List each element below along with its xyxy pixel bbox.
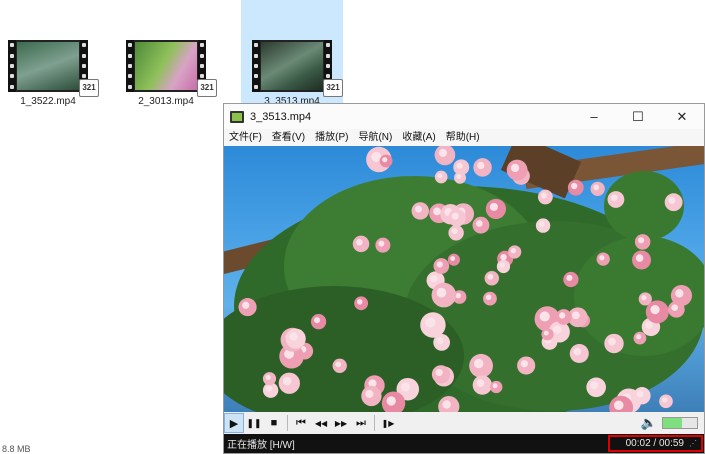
media-player-window[interactable]: 3_3513.mp4 – ☐ ✕ 文件(F) 查看(V) 播放(P) 导航(N)…: [223, 103, 705, 454]
file-name: 2_3013.mp4: [138, 96, 194, 107]
pause-button[interactable]: ❚❚: [244, 413, 264, 433]
time-display-highlight: 00:02 / 00:59 ⋰: [607, 435, 703, 452]
play-button[interactable]: ▶: [224, 413, 244, 433]
title-bar[interactable]: 3_3513.mp4 – ☐ ✕: [224, 104, 704, 129]
speaker-icon[interactable]: 🔈: [640, 413, 658, 433]
video-thumbnail: [252, 40, 332, 92]
file-item-3[interactable]: 321 3_3513.mp4: [241, 0, 343, 112]
video-thumbnail: [126, 40, 206, 92]
playback-status: 正在播放 [H/W]: [227, 440, 295, 451]
menu-navigate[interactable]: 导航(N): [353, 129, 397, 146]
file-item-2[interactable]: 321 2_3013.mp4: [118, 0, 217, 112]
file-name: 1_3522.mp4: [20, 96, 76, 107]
rewind-button[interactable]: ◀◀: [311, 413, 331, 433]
video-thumbnail: [8, 40, 88, 92]
separator: [287, 415, 288, 431]
menu-file[interactable]: 文件(F): [224, 129, 267, 146]
file-item-1[interactable]: 321 1_3522.mp4: [0, 0, 99, 112]
status-bar: 正在播放 [H/W] 00:02 / 00:59 ⋰: [224, 434, 704, 453]
selection-size: 8.8 MB: [2, 444, 31, 454]
fast-forward-button[interactable]: ▶▶: [331, 413, 351, 433]
separator: [374, 415, 375, 431]
player-app-icon: [230, 110, 244, 123]
minimize-button[interactable]: –: [572, 104, 616, 129]
media-player-badge-icon: 321: [323, 79, 343, 97]
time-display: 00:02 / 00:59: [625, 438, 684, 449]
menu-bar: 文件(F) 查看(V) 播放(P) 导航(N) 收藏(A) 帮助(H): [224, 129, 704, 146]
stop-button[interactable]: ■: [264, 413, 284, 433]
menu-play[interactable]: 播放(P): [310, 129, 353, 146]
playback-controls: ▶ ❚❚ ■ ⏮ ◀◀ ▶▶ ⏭ ❚▶ 🔈: [224, 412, 704, 434]
media-player-badge-icon: 321: [79, 79, 99, 97]
menu-view[interactable]: 查看(V): [267, 129, 310, 146]
menu-help[interactable]: 帮助(H): [441, 129, 485, 146]
window-title: 3_3513.mp4: [250, 110, 312, 123]
menu-favorites[interactable]: 收藏(A): [397, 129, 440, 146]
next-button[interactable]: ⏭: [351, 413, 371, 433]
volume-level-fill: [663, 418, 682, 428]
video-frame-rose-arch: [224, 146, 704, 412]
resize-grip-icon[interactable]: ⋰: [689, 439, 697, 448]
previous-button[interactable]: ⏮: [291, 413, 311, 433]
frame-step-button[interactable]: ❚▶: [378, 413, 398, 433]
video-display[interactable]: [224, 146, 704, 412]
close-button[interactable]: ✕: [660, 104, 704, 129]
media-player-badge-icon: 321: [197, 79, 217, 97]
maximize-button[interactable]: ☐: [616, 104, 660, 129]
volume-slider[interactable]: [662, 417, 698, 429]
